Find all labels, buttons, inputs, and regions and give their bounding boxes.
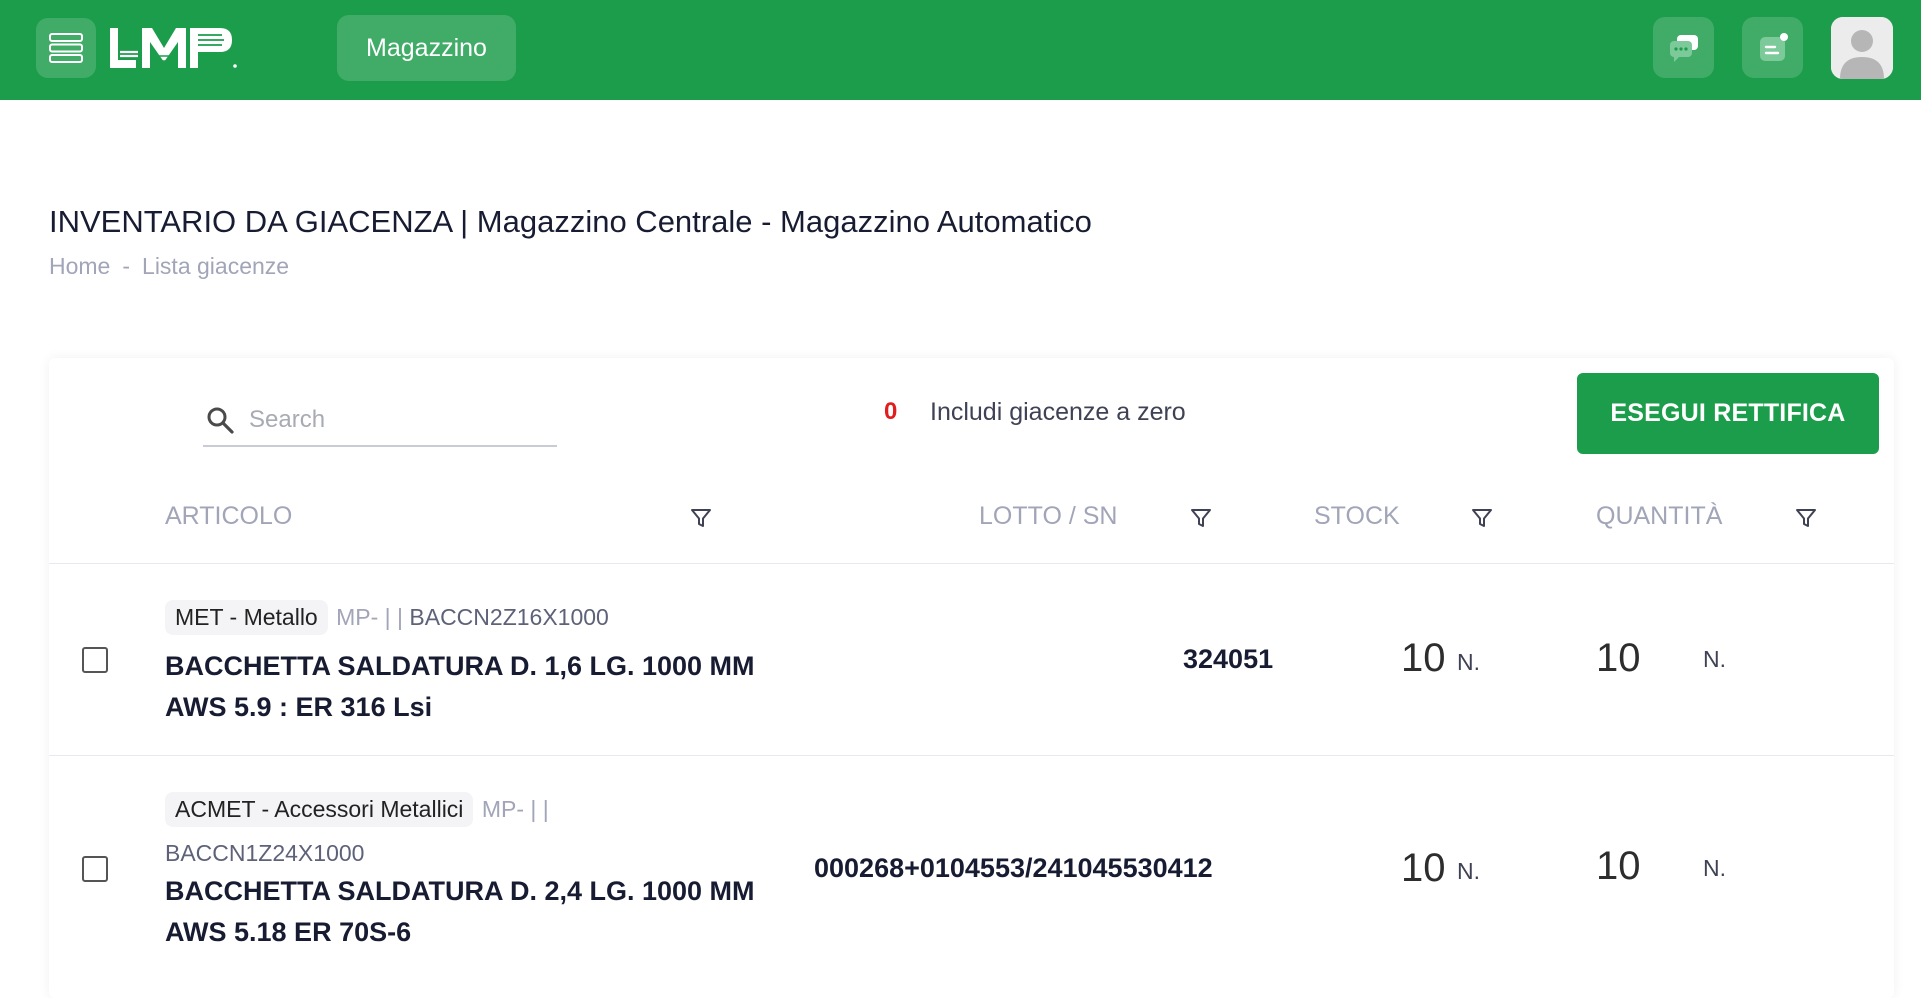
article-meta: MET - Metallo MP- | | BACCN2Z16X1000: [165, 600, 609, 635]
search-box[interactable]: [203, 395, 557, 447]
chat-icon: [1669, 34, 1698, 62]
filter-icon[interactable]: [1794, 506, 1818, 530]
breadcrumb: Home - Lista giacenze: [49, 253, 289, 280]
breadcrumb-home[interactable]: Home: [49, 253, 110, 280]
filter-icon[interactable]: [689, 506, 713, 530]
breadcrumb-current: Lista giacenze: [142, 253, 290, 279]
article-meta: ACMET - Accessori Metallici MP- | |: [165, 792, 549, 827]
stock-table-card: 0 Includi giacenze a zero ESEGUI RETTIFI…: [49, 358, 1894, 998]
filter-icon[interactable]: [1470, 506, 1494, 530]
user-avatar[interactable]: [1831, 17, 1893, 79]
lmp-logo[interactable]: [108, 26, 238, 70]
notification-icon: [1759, 32, 1788, 61]
lotto-value: 000268+0104553/241045530412: [814, 853, 1213, 883]
quantity-value[interactable]: 10: [1596, 636, 1641, 681]
menu-icon: [49, 33, 83, 63]
page-title: INVENTARIO DA GIACENZA | Magazzino Centr…: [49, 204, 1092, 239]
chat-button[interactable]: [1653, 17, 1714, 78]
stock-unit: N.: [1457, 649, 1480, 675]
quantity-value[interactable]: 10: [1596, 844, 1641, 889]
table-row[interactable]: MET - Metallo MP- | | BACCN2Z16X1000 BAC…: [49, 564, 1894, 756]
category-badge: ACMET - Accessori Metallici: [165, 792, 474, 827]
article-description: BACCHETTA SALDATURA D. 2,4 LG. 1000 MM A…: [165, 876, 755, 947]
esegui-rettifica-button[interactable]: ESEGUI RETTIFICA: [1577, 373, 1879, 454]
nav-magazzino[interactable]: Magazzino: [337, 15, 516, 81]
article-code: BACCN2Z16X1000: [409, 604, 609, 630]
column-header-articolo[interactable]: ARTICOLO: [165, 502, 292, 531]
zero-stock-count: 0: [884, 398, 898, 425]
stock-value: 10: [1401, 636, 1446, 680]
include-zero-stock-toggle[interactable]: Includi giacenze a zero: [930, 398, 1186, 427]
table-row[interactable]: ACMET - Accessori Metallici MP- | | BACC…: [49, 756, 1894, 986]
search-input[interactable]: [249, 406, 539, 434]
quantity-unit: N.: [1703, 855, 1726, 881]
article-code: BACCN1Z24X1000: [165, 840, 365, 866]
article-prefix: MP- | |: [336, 604, 403, 630]
article-prefix: MP- | |: [481, 796, 549, 822]
column-header-lotto[interactable]: LOTTO / SN: [979, 502, 1117, 531]
filter-icon[interactable]: [1189, 506, 1213, 530]
category-badge: MET - Metallo: [165, 600, 328, 635]
search-icon: [207, 407, 234, 434]
top-navbar: Magazzino: [0, 0, 1921, 100]
column-header-stock[interactable]: STOCK: [1314, 502, 1400, 531]
notifications-button[interactable]: [1742, 17, 1803, 78]
lotto-value: 324051: [1183, 644, 1274, 674]
stock-value: 10: [1401, 846, 1446, 890]
user-icon: [1831, 17, 1893, 79]
row-checkbox[interactable]: [82, 647, 108, 673]
breadcrumb-separator: -: [122, 253, 131, 279]
table-header: ARTICOLO LOTTO / SN STOCK QUANTITÀ: [49, 470, 1894, 564]
quantity-unit: N.: [1703, 646, 1726, 672]
column-header-quantita[interactable]: QUANTITÀ: [1596, 502, 1722, 531]
stock-unit: N.: [1457, 858, 1480, 884]
article-description: BACCHETTA SALDATURA D. 1,6 LG. 1000 MM A…: [165, 651, 755, 722]
menu-button[interactable]: [36, 18, 96, 78]
row-checkbox[interactable]: [82, 856, 108, 882]
